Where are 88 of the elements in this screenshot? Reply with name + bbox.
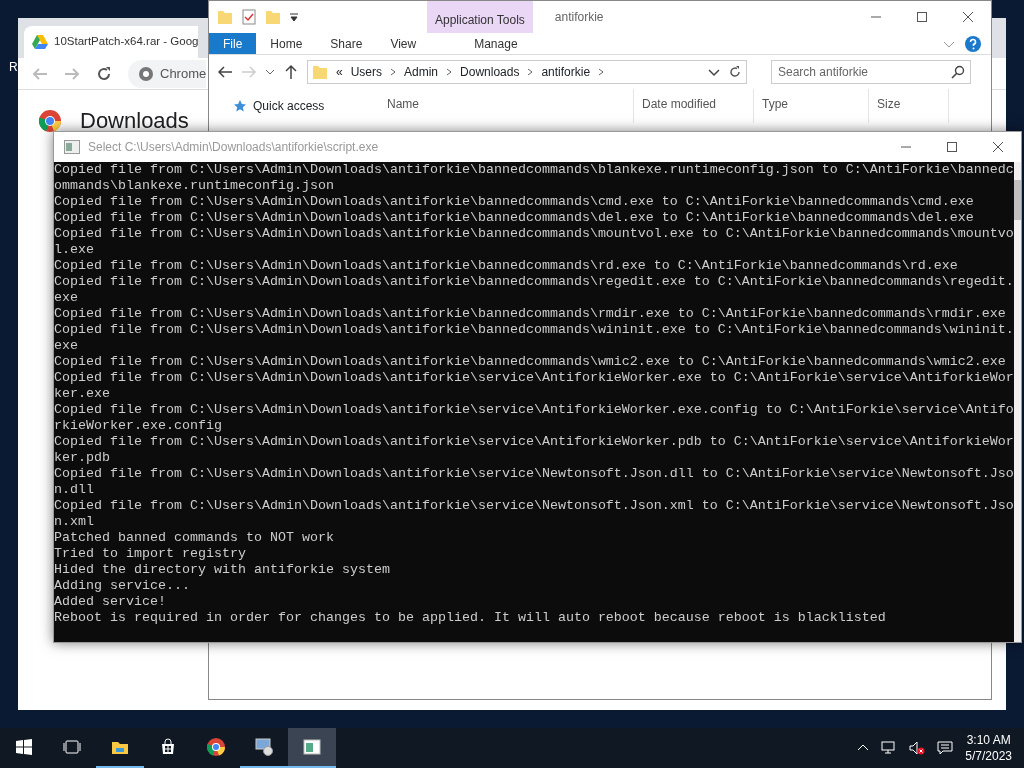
nav-pane-item[interactable]: Quick access (233, 97, 355, 115)
close-icon[interactable] (990, 139, 1006, 155)
console-line: Copied file from C:\Users\Admin\Downloads\antiforkie\bannedcommands\wmic2.exe to C:\AntiForkie\bannedcommands\wmic2.exe (54, 354, 1007, 370)
desktop-icon-label[interactable]: R (9, 58, 18, 76)
shopping-bag-icon (159, 738, 177, 756)
chevron-down-icon[interactable] (265, 67, 275, 77)
clock-time[interactable]: 3:10 AM (965, 732, 1012, 748)
console-line: Reboot is required in order for changes to be applied. It will auto reboot because reboot is blacklisted (54, 610, 887, 626)
console-line: Copied file from C:\Users\Admin\Downloads\antiforkie\bannedcommands\blankexe.runtimeconfig.json to C:\AntiForkie\bannedc (54, 162, 1014, 178)
chevron-right-icon (598, 68, 605, 76)
column-header[interactable]: Name (379, 89, 634, 123)
ribbon-tab[interactable]: Share (316, 33, 377, 54)
console-line: Copied file from C:\Users\Admin\Downloads\antiforkie\service\AntiforkieWorker.exe to C:\AntiForkie\service\AntiforkieWor (54, 370, 1014, 386)
windows-logo-icon (16, 739, 32, 755)
console-line: exe (54, 338, 79, 354)
browser-tab[interactable]: 10StartPatch-x64.rar - Goog (24, 26, 199, 58)
dropdown-icon[interactable] (289, 12, 299, 22)
console-line: rkieWorker.exe.config (54, 418, 223, 434)
chevron-right-icon (527, 68, 534, 76)
column-header[interactable]: Size (869, 89, 949, 123)
refresh-icon[interactable] (728, 65, 742, 79)
properties-icon[interactable] (241, 9, 257, 25)
chevron-right-icon (446, 68, 453, 76)
console-icon (303, 738, 321, 756)
breadcrumb-item[interactable]: Admin (404, 63, 439, 81)
clock-date[interactable]: 5/7/2023 (965, 748, 1012, 764)
console-line: Patched banned commands to NOT work (54, 530, 335, 546)
chrome-icon (138, 65, 154, 82)
breadcrumb-item[interactable]: antiforkie (541, 63, 591, 81)
column-header[interactable]: Type (754, 89, 869, 123)
console-line: Copied file from C:\Users\Admin\Downloads\antiforkie\service\AntiforkieWorker.exe.config to C:\AntiForkie\service\Antifo (54, 402, 1014, 418)
chrome-icon (207, 738, 225, 756)
task-view-icon (63, 738, 81, 756)
console-line: Copied file from C:\Users\Admin\Downloads\antiforkie\bannedcommands\rmdir.exe to C:\AntiForkie\bannedcommands\rmdir.exe (54, 306, 1007, 322)
console-line: Added service! (54, 594, 167, 610)
ribbon-tab[interactable]: File (209, 33, 257, 54)
address-bar[interactable]: « Users Admin Downloads antiforkie (307, 60, 747, 84)
console-line: ker.pdb (54, 450, 111, 466)
search-field[interactable]: Search antiforkie (771, 60, 971, 84)
console-line: n.xml (54, 514, 95, 530)
scrollbar[interactable] (1013, 162, 1021, 642)
ribbon-tab[interactable]: View (376, 33, 431, 54)
console-line: Hided the directory with antiforkie system (54, 562, 391, 578)
breadcrumb-item[interactable]: Users (350, 63, 383, 81)
breadcrumb-item[interactable]: Downloads (460, 63, 520, 81)
chevron-right-icon (390, 68, 397, 76)
console-line: Copied file from C:\Users\Admin\Downloads\antiforkie\bannedcommands\wininit.exe to C:\AntiForkie\bannedcommands\wininit. (54, 322, 1014, 338)
console-line: n.dll (54, 482, 95, 498)
network-icon[interactable] (881, 740, 898, 756)
console-line: Copied file from C:\Users\Admin\Downloads\antiforkie\bannedcommands\cmd.exe to C:\AntiForkie\bannedcommands\cmd.exe (54, 194, 975, 210)
reload-icon[interactable] (96, 65, 112, 82)
ribbon-tab[interactable]: Manage (460, 33, 532, 54)
ribbon-context-label: Application Tools (427, 1, 533, 33)
star-icon (233, 99, 247, 113)
help-icon[interactable] (965, 35, 981, 52)
volume-muted-icon[interactable] (909, 740, 926, 756)
console-line: l.exe (54, 242, 95, 258)
window-title: antiforkie (553, 9, 605, 26)
console-line: Copied file from C:\Users\Admin\Downloads\antiforkie\bannedcommands\mountvol.exe to C:\AntiForkie\bannedcommands\mountvo (54, 226, 1014, 242)
up-arrow-icon[interactable] (283, 64, 299, 80)
console-line: ker.exe (54, 386, 111, 402)
page-heading: Downloads (80, 107, 189, 135)
drive-icon (32, 35, 48, 49)
window-title: Select C:\Users\Admin\Downloads\antiforkie\script.exe (88, 139, 379, 156)
console-line: Copied file from C:\Users\Admin\Downloads\antiforkie\service\Newtonsoft.Json.xml to C:\AntiForkie\service\Newtonsoft.Jso (54, 498, 1014, 514)
address-bar[interactable]: Chrome (128, 59, 207, 88)
notification-icon[interactable] (937, 740, 954, 756)
computer-disc-icon (255, 738, 273, 756)
console-icon (64, 140, 80, 154)
column-header[interactable]: Date modified (634, 89, 754, 123)
console-line: Copied file from C:\Users\Admin\Downloads\antiforkie\bannedcommands\rd.exe to C:\AntiForkie\bannedcommands\rd.exe (54, 258, 959, 274)
console-line: Adding service... (54, 578, 191, 594)
console-line: Tried to import registry (54, 546, 247, 562)
folder-icon (312, 64, 328, 80)
console-line: Copied file from C:\Users\Admin\Downloads\antiforkie\bannedcommands\regedit.exe to C:\AntiForkie\bannedcommands\regedit. (54, 274, 1014, 290)
chevron-down-icon[interactable] (708, 66, 720, 78)
console-line: Copied file from C:\Users\Admin\Downloads\antiforkie\service\Newtonsoft.Json.dll to C:\AntiForkie\service\Newtonsoft.Jso (54, 466, 1014, 482)
back-icon[interactable] (217, 64, 233, 80)
breadcrumb-overflow[interactable]: « (336, 63, 343, 81)
console-line: exe (54, 290, 79, 306)
close-icon[interactable] (960, 9, 976, 25)
maximize-icon[interactable] (944, 139, 960, 155)
taskbar-button[interactable] (288, 728, 336, 768)
console-line: ommands\blankexe.runtimeconfig.json (54, 178, 335, 194)
ribbon-tab[interactable]: Home (256, 33, 317, 54)
console-line: Copied file from C:\Users\Admin\Downloads\antiforkie\bannedcommands\del.exe to C:\AntiForkie\bannedcommands\del.exe (54, 210, 975, 226)
maximize-icon[interactable] (914, 9, 930, 25)
console-line: Copied file from C:\Users\Admin\Downloads\antiforkie\service\AntiforkieWorker.pdb to C:\AntiForkie\service\AntiforkieWor (54, 434, 1014, 450)
